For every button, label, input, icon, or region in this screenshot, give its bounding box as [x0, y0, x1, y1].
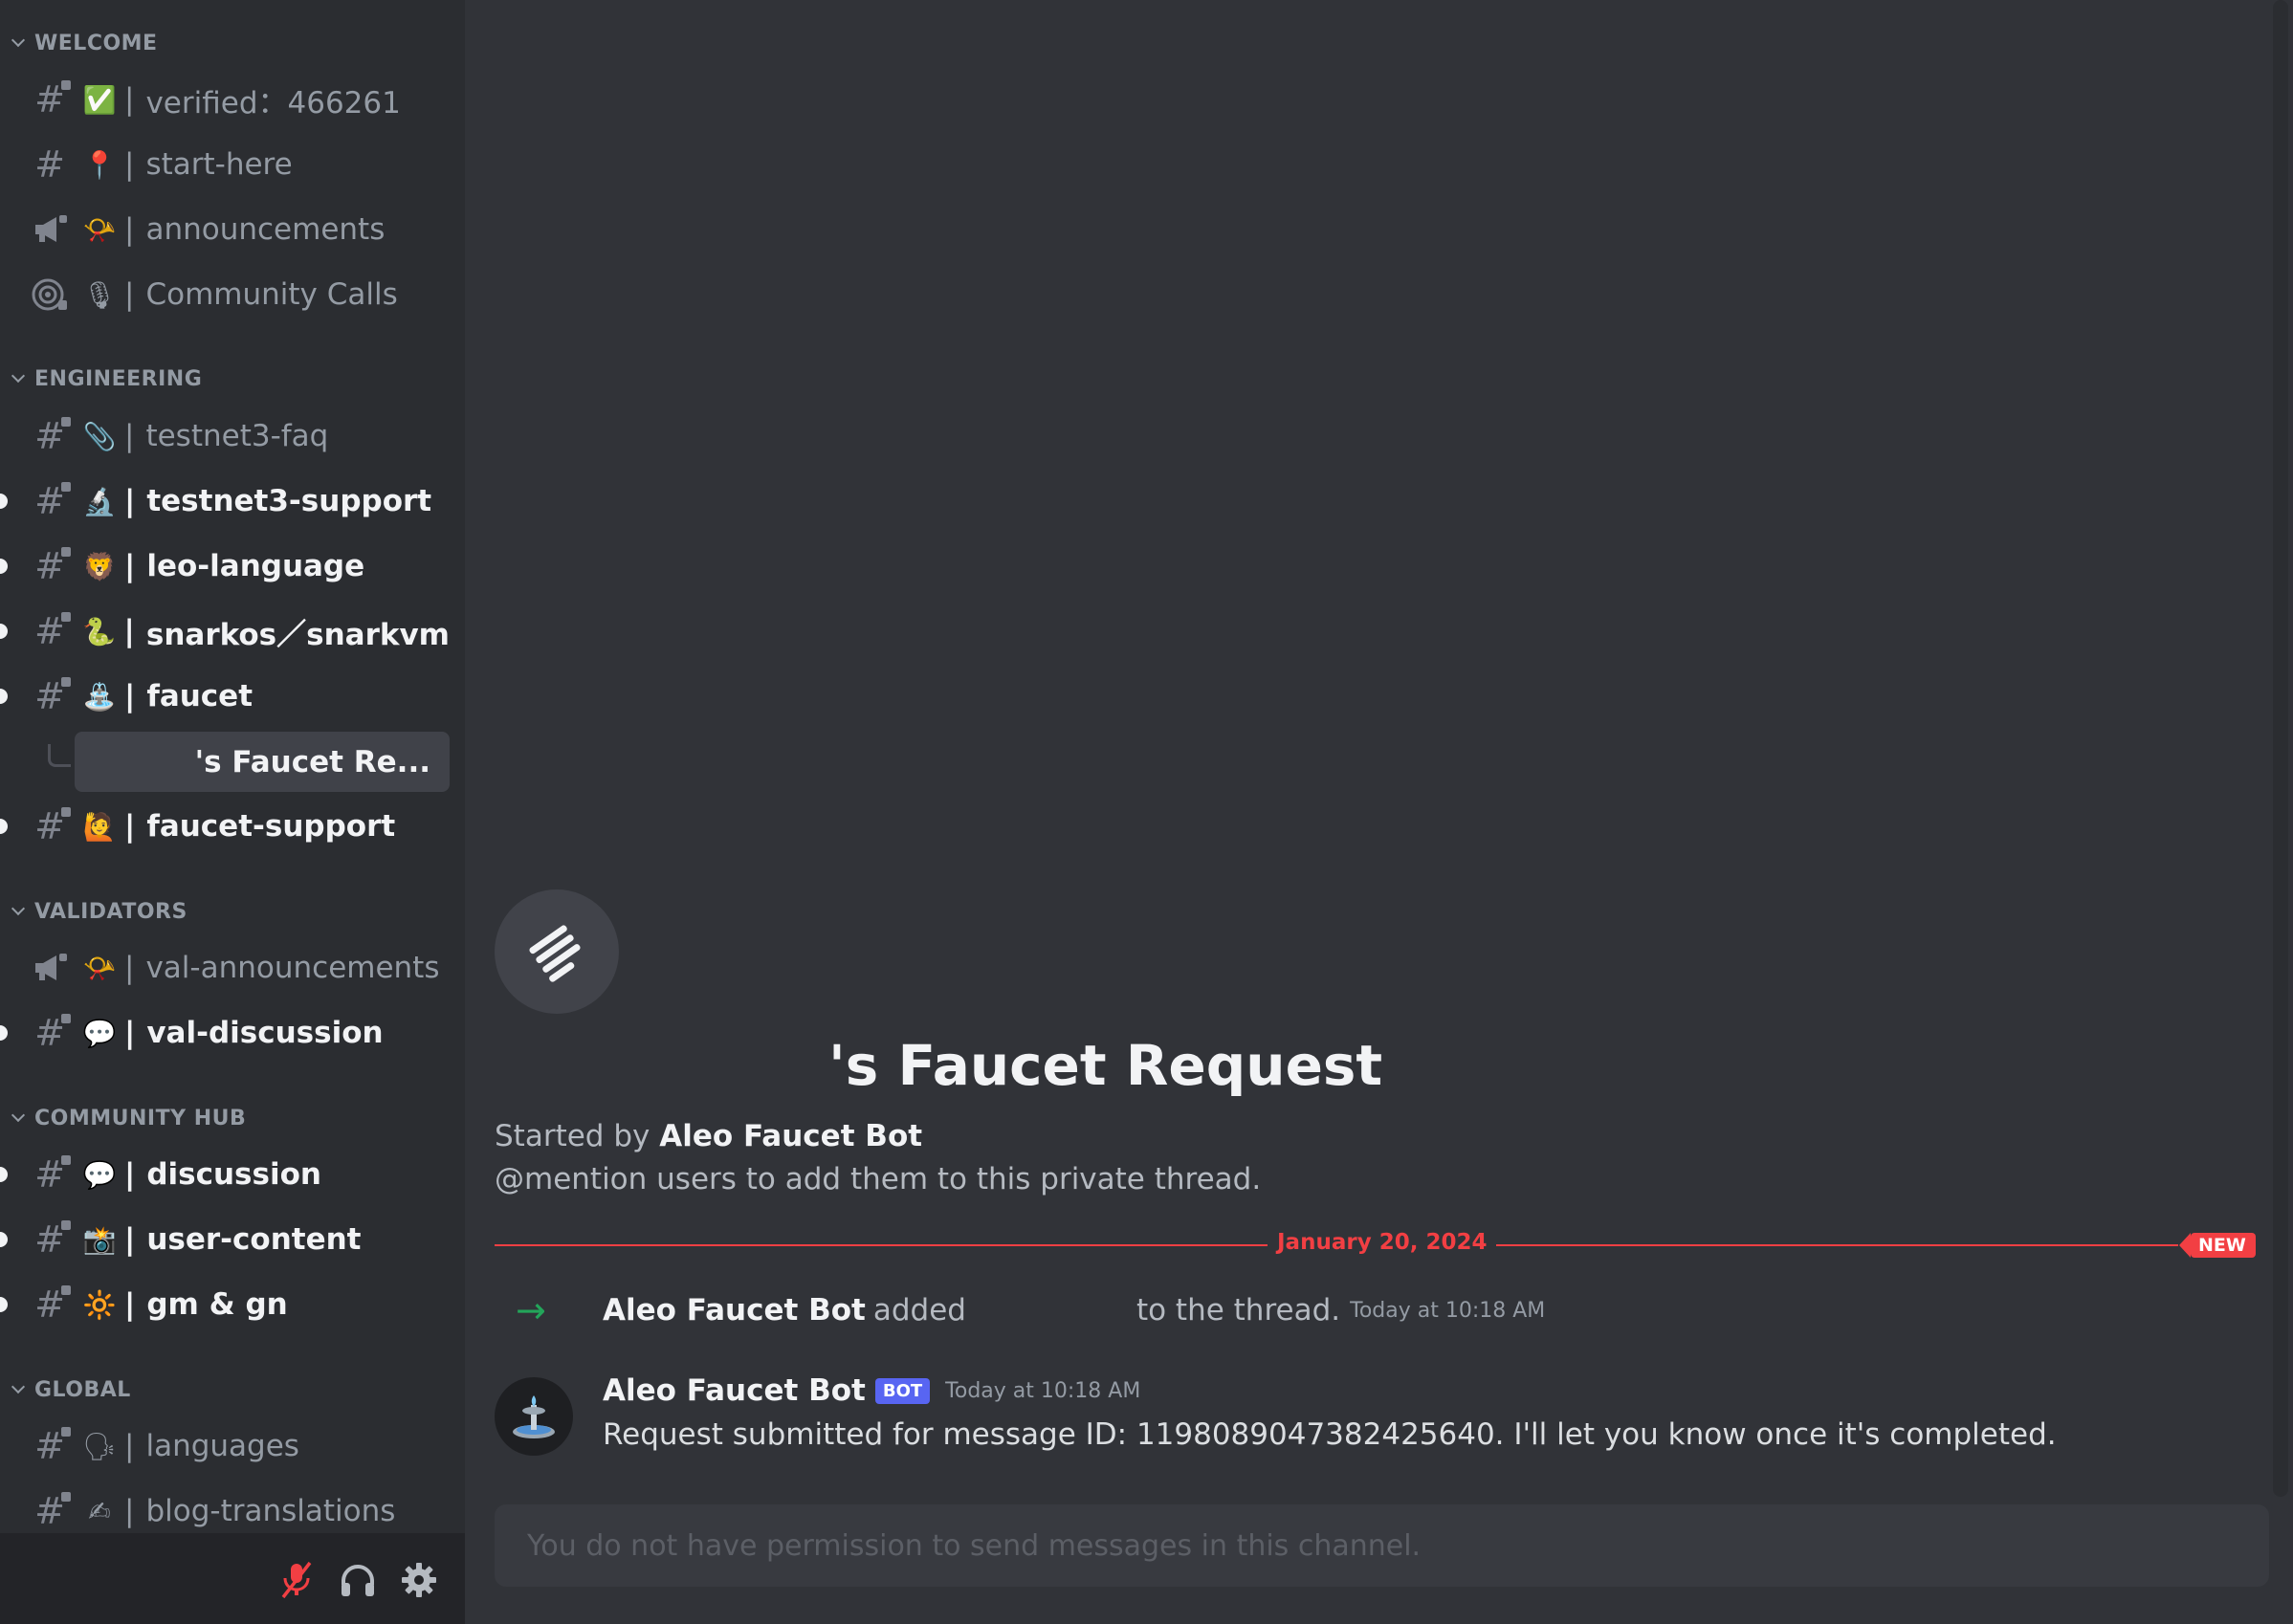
bot-badge: BOT — [874, 1377, 931, 1404]
scrollbar[interactable] — [2273, 0, 2288, 1497]
channel-gm-gn[interactable]: # 🔆 | gm & gn — [29, 1277, 450, 1332]
category-community-hub[interactable]: COMMUNITY HUB — [0, 1101, 465, 1135]
stage-lock-icon — [29, 275, 71, 314]
hash-lock-icon: # — [34, 480, 71, 522]
unread-indicator — [0, 624, 8, 639]
category-welcome[interactable]: WELCOME — [0, 26, 465, 60]
hash-lock-icon: # — [34, 1284, 71, 1326]
unread-indicator — [0, 1297, 8, 1312]
channel-val-announcements[interactable]: 📯 | val-announcements — [29, 940, 450, 996]
headphones-icon[interactable] — [337, 1559, 379, 1601]
unread-indicator — [0, 819, 8, 834]
channel-leo-language[interactable]: # 🦁 | leo-language — [29, 538, 450, 594]
composer-placeholder: You do not have permission to send messa… — [527, 1528, 1422, 1563]
chevron-down-icon — [11, 1379, 26, 1394]
channel-val-discussion[interactable]: # 💬 | val-discussion — [29, 1005, 450, 1061]
channel-start-here[interactable]: # 📍 | start-here — [29, 137, 450, 192]
category-global[interactable]: GLOBAL — [0, 1372, 465, 1407]
channel-faucet[interactable]: # ⛲ | faucet — [29, 669, 450, 724]
hash-lock-icon: # — [34, 1153, 71, 1196]
channel-discussion[interactable]: # 💬 | discussion — [29, 1147, 450, 1202]
hash-lock-icon: # — [34, 1490, 71, 1532]
unread-indicator — [0, 559, 8, 574]
system-message-verb: added — [872, 1293, 966, 1328]
thread-spine — [48, 744, 71, 767]
category-validators[interactable]: VALIDATORS — [0, 894, 465, 929]
mic-muted-icon[interactable] — [276, 1559, 318, 1601]
hash-lock-icon: # — [34, 1425, 71, 1467]
channel-blog-translations[interactable]: # ✍ | blog-translations — [29, 1483, 450, 1539]
megaphone-lock-icon — [29, 952, 71, 984]
category-engineering[interactable]: ENGINEERING — [0, 362, 465, 396]
thread-started-by: Started by Aleo Faucet Bot — [495, 1119, 923, 1153]
unread-indicator — [0, 494, 8, 509]
channel-testnet3-faq[interactable]: # 📎 | testnet3-faq — [29, 408, 450, 464]
thread-icon — [495, 889, 619, 1014]
chevron-down-icon — [11, 901, 26, 916]
channel-faucet-support[interactable]: # 🙋 | faucet-support — [29, 799, 450, 854]
system-message-timestamp: Today at 10:18 AM — [1350, 1298, 1546, 1323]
thread-title: 's Faucet Request — [828, 1033, 1383, 1098]
user-panel — [0, 1533, 465, 1624]
hash-lock-icon: # — [34, 675, 71, 717]
chevron-down-icon — [11, 368, 26, 384]
unread-indicator — [0, 1232, 8, 1247]
system-message-author[interactable]: Aleo Faucet Bot — [603, 1293, 866, 1328]
avatar[interactable] — [495, 1377, 573, 1456]
thread-starter-name[interactable]: Aleo Faucet Bot — [659, 1119, 922, 1153]
unread-indicator — [0, 1167, 8, 1182]
message-header: Aleo Faucet Bot BOT Today at 10:18 AM — [603, 1373, 1140, 1408]
channel-user-content[interactable]: # 📸 | user-content — [29, 1212, 450, 1267]
message-composer: You do not have permission to send messa… — [495, 1504, 2269, 1587]
channel-snarkos-snarkvm[interactable]: # 🐍 | snarkos／snarkvm — [29, 604, 450, 659]
message-content: Request submitted for message ID: 119808… — [603, 1417, 2057, 1452]
hash-lock-icon: # — [34, 1218, 71, 1261]
hash-lock-icon: # — [34, 415, 71, 457]
thread-item-faucet-request[interactable]: 's Faucet Re... — [75, 732, 450, 792]
divider-date: January 20, 2024 — [1268, 1230, 1497, 1255]
megaphone-lock-icon — [29, 213, 71, 246]
new-badge: NEW — [2179, 1233, 2256, 1258]
hash-lock-icon: # — [34, 545, 71, 587]
chevron-down-icon — [11, 33, 26, 48]
hash-lock-icon: # — [34, 805, 71, 847]
gear-icon[interactable] — [398, 1559, 440, 1601]
unread-indicator — [0, 1025, 8, 1041]
message-author[interactable]: Aleo Faucet Bot — [603, 1373, 866, 1408]
channel-sidebar: WELCOME ENGINEERING VALIDATORS COMMUNITY… — [0, 0, 465, 1624]
thread-hint: @mention users to add them to this priva… — [495, 1162, 1262, 1196]
channel-testnet3-support[interactable]: # 🔬 | testnet3-support — [29, 473, 450, 529]
channel-languages[interactable]: # 🗣 | languages — [29, 1418, 450, 1474]
hash-icon: # — [34, 143, 65, 186]
channel-announcements[interactable]: 📯 | announcements — [29, 202, 450, 257]
hash-lock-icon: # — [34, 78, 71, 121]
channel-verified[interactable]: # ✅ | verified：466261 — [29, 72, 450, 127]
system-message: → Aleo Faucet Bot added to the thread. T… — [495, 1286, 1545, 1334]
hash-lock-icon: # — [34, 1012, 71, 1054]
message-timestamp: Today at 10:18 AM — [945, 1378, 1141, 1403]
chevron-down-icon — [11, 1108, 26, 1123]
member-join-arrow-icon: → — [516, 1289, 546, 1331]
system-message-suffix: to the thread. — [1135, 1293, 1341, 1328]
unread-indicator — [0, 689, 8, 704]
channel-community-calls[interactable]: 🎙 | Community Calls — [29, 267, 450, 322]
hash-lock-icon: # — [33, 610, 71, 652]
